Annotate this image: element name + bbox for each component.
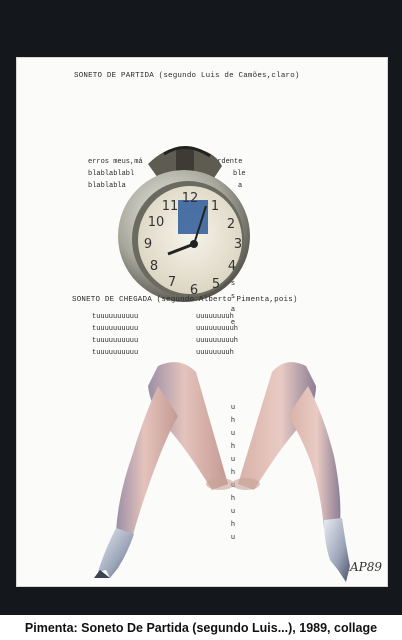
poem-bottom-right-3: uuuuuuuuuh [196,337,239,345]
poem-top-title: SONETO DE PARTIDA (segundo Luis de Camõe… [74,72,300,80]
legs-collage-image [94,362,350,582]
poem-bottom-title: SONETO DE CHEGADA (segundo Alberto Pimen… [72,296,298,304]
clock-number: 8 [150,259,158,274]
artwork-caption: Pimenta: Soneto De Partida (segundo Luis… [24,621,378,635]
poem-bottom-line-1: tuuuuuuuuuu [92,313,139,321]
poem-bottom-line-2: tuuuuuuuuuu [92,325,139,333]
clock-number: 10 [148,215,165,230]
clock-number: 3 [234,237,242,252]
artist-signature: AP89 [350,560,383,574]
clock-number: 7 [168,275,176,290]
clock-number: 9 [144,237,152,252]
clock-number: 4 [228,259,236,274]
clock-number: 12 [182,191,199,206]
clock-number: 11 [162,199,179,214]
poem-bottom-right-2: uuuuuuuuuh [196,325,239,333]
clock-number: 2 [227,217,235,232]
poem-bottom-right-1: uuuuuuuuh [196,313,234,321]
clock-number: 1 [211,199,219,214]
clock-number: 5 [212,277,220,292]
alarm-clock-image: 12 1 2 3 4 5 6 7 8 9 10 11 [118,146,250,302]
poem-bottom-line-3: tuuuuuuuuuu [92,337,139,345]
